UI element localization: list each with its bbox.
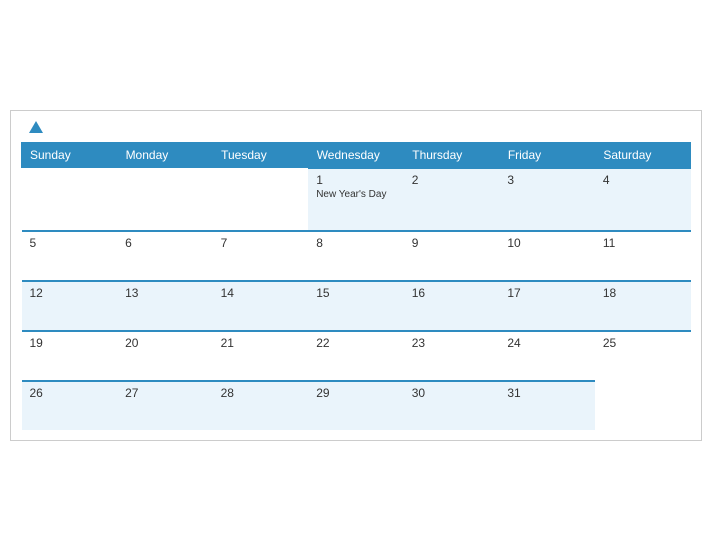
calendar-cell [22,168,118,231]
day-number: 26 [30,386,110,400]
calendar-cell: 6 [117,231,213,281]
weekday-header-thursday: Thursday [404,142,500,168]
calendar-cell: 21 [213,331,309,381]
calendar-cell: 1 New Year's Day [308,168,404,231]
day-number: 15 [316,286,396,300]
day-number: 20 [125,336,205,350]
calendar-cell: 13 [117,281,213,331]
day-number: 12 [30,286,110,300]
calendar-cell: 7 [213,231,309,281]
calendar-cell: 5 [22,231,118,281]
weekday-header-row: SundayMondayTuesdayWednesdayThursdayFrid… [22,142,691,168]
weekday-header-wednesday: Wednesday [308,142,404,168]
weekday-header-friday: Friday [499,142,595,168]
day-number: 5 [30,236,110,250]
calendar-cell: 26 [22,381,118,430]
day-number: 19 [30,336,110,350]
day-number: 8 [316,236,396,250]
calendar-cell: 12 [22,281,118,331]
week-row-1: 1 New Year's Day 2 3 4 [22,168,691,231]
week-row-4: 19 20 21 22 23 24 25 [22,331,691,381]
calendar-cell: 27 [117,381,213,430]
weekday-header-saturday: Saturday [595,142,691,168]
day-number: 18 [603,286,683,300]
day-number: 1 [316,173,396,187]
day-number: 14 [221,286,301,300]
day-number: 16 [412,286,492,300]
day-number: 23 [412,336,492,350]
day-number: 27 [125,386,205,400]
day-number: 9 [412,236,492,250]
calendar-cell [595,381,691,430]
calendar-cell: 29 [308,381,404,430]
calendar-grid: SundayMondayTuesdayWednesdayThursdayFrid… [21,142,691,430]
calendar-cell: 23 [404,331,500,381]
calendar-cell: 2 [404,168,500,231]
calendar-cell: 3 [499,168,595,231]
day-number: 11 [603,236,683,250]
day-number: 7 [221,236,301,250]
weekday-header-sunday: Sunday [22,142,118,168]
calendar-cell: 18 [595,281,691,331]
day-number: 30 [412,386,492,400]
day-number: 28 [221,386,301,400]
day-number: 22 [316,336,396,350]
calendar-cell: 16 [404,281,500,331]
calendar-cell: 30 [404,381,500,430]
weekday-header-monday: Monday [117,142,213,168]
day-number: 6 [125,236,205,250]
calendar-cell: 19 [22,331,118,381]
day-number: 24 [507,336,587,350]
calendar-cell: 11 [595,231,691,281]
calendar-cell: 31 [499,381,595,430]
logo-triangle-icon [29,121,43,133]
day-number: 25 [603,336,683,350]
day-number: 29 [316,386,396,400]
calendar-cell: 14 [213,281,309,331]
calendar-cell: 4 [595,168,691,231]
holiday-label: New Year's Day [316,189,396,200]
calendar-cell: 25 [595,331,691,381]
calendar-cell [117,168,213,231]
calendar-container: SundayMondayTuesdayWednesdayThursdayFrid… [10,110,702,441]
calendar-cell: 17 [499,281,595,331]
day-number: 2 [412,173,492,187]
calendar-cell: 9 [404,231,500,281]
weekday-header-tuesday: Tuesday [213,142,309,168]
calendar-cell: 22 [308,331,404,381]
calendar-cell [213,168,309,231]
day-number: 21 [221,336,301,350]
calendar-cell: 24 [499,331,595,381]
day-number: 31 [507,386,587,400]
day-number: 13 [125,286,205,300]
week-row-5: 26 27 28 29 30 31 [22,381,691,430]
day-number: 3 [507,173,587,187]
logo [25,121,43,134]
week-row-2: 5 6 7 8 9 10 11 [22,231,691,281]
calendar-cell: 8 [308,231,404,281]
day-number: 17 [507,286,587,300]
day-number: 4 [603,173,683,187]
week-row-3: 12 13 14 15 16 17 18 [22,281,691,331]
calendar-header [21,121,691,134]
calendar-cell: 28 [213,381,309,430]
calendar-cell: 15 [308,281,404,331]
calendar-cell: 10 [499,231,595,281]
calendar-cell: 20 [117,331,213,381]
day-number: 10 [507,236,587,250]
